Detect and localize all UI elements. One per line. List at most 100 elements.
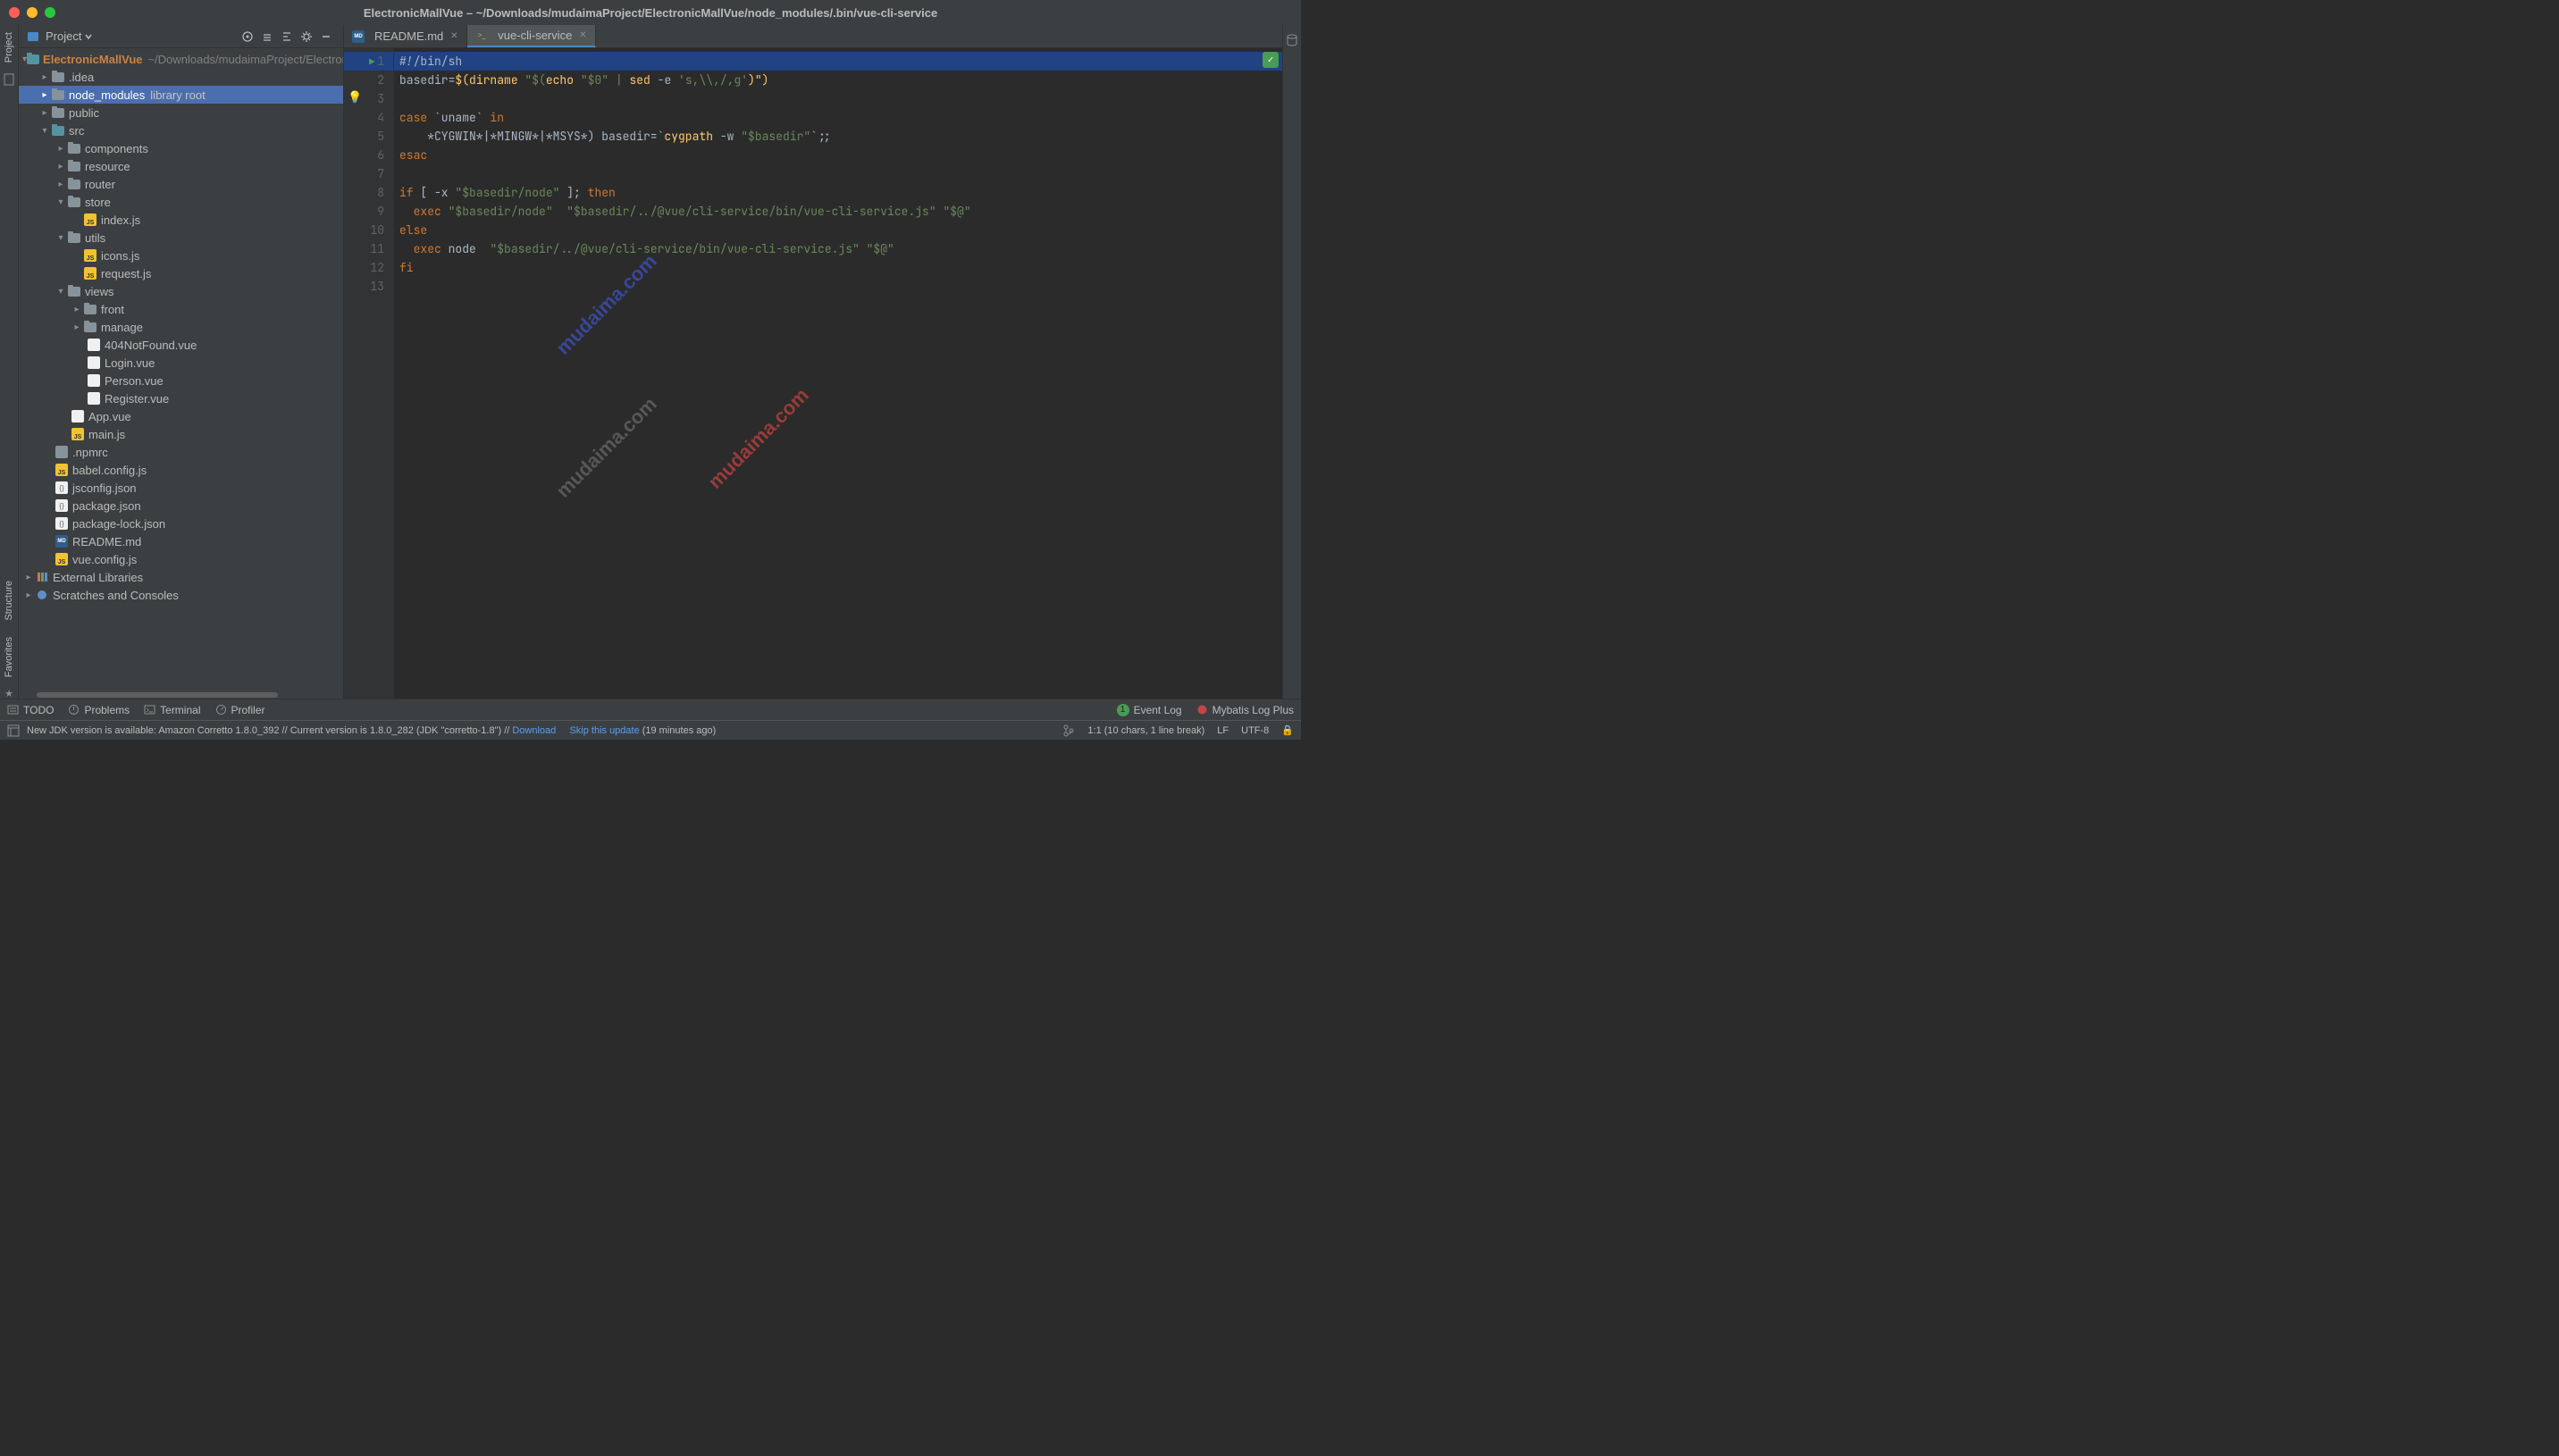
tree-folder-views[interactable]: ▾ views — [19, 282, 343, 300]
line-number[interactable]: 5 — [344, 127, 384, 146]
minimize-button[interactable] — [27, 7, 38, 18]
settings-gear-icon[interactable] — [297, 27, 316, 46]
tree-folder-front[interactable]: ▸ front — [19, 300, 343, 318]
tree-folder-node-modules[interactable]: ▸ node_modules library root — [19, 86, 343, 104]
chevron-right-icon[interactable]: ▸ — [38, 108, 51, 118]
tool-todo[interactable]: TODO — [7, 704, 54, 716]
skip-update-link[interactable]: Skip this update — [569, 725, 639, 736]
line-number[interactable]: 3 — [344, 89, 384, 108]
tree-file-request-js[interactable]: JS request.js — [19, 264, 343, 282]
line-number[interactable]: 7 — [344, 164, 384, 183]
download-link[interactable]: Download — [512, 725, 556, 736]
chevron-down-icon[interactable]: ▾ — [38, 126, 51, 136]
tool-problems[interactable]: Problems — [68, 704, 130, 716]
tree-file-person[interactable]: Person.vue — [19, 372, 343, 389]
tree-file-package[interactable]: {} package.json — [19, 497, 343, 515]
chevron-down-icon[interactable]: ▾ — [55, 233, 67, 243]
line-separator[interactable]: LF — [1217, 725, 1229, 736]
tab-vue-cli-service[interactable]: >_ vue-cli-service ✕ — [467, 25, 596, 47]
expand-all-button[interactable] — [257, 27, 277, 46]
tool-mybatis-log[interactable]: Mybatis Log Plus — [1196, 704, 1294, 716]
line-number[interactable]: 8 — [344, 183, 384, 202]
gutter[interactable]: ▶ 💡 1 2 3 4 5 6 7 8 9 10 11 12 13 — [344, 48, 394, 699]
chevron-right-icon[interactable]: ▸ — [55, 144, 67, 154]
git-branch-icon[interactable] — [1062, 724, 1075, 737]
horizontal-scrollbar[interactable] — [19, 691, 343, 699]
tree-file-jsconfig[interactable]: {} jsconfig.json — [19, 479, 343, 497]
readonly-lock-icon[interactable]: 🔒 — [1281, 724, 1294, 736]
editor-body[interactable]: ▶ 💡 1 2 3 4 5 6 7 8 9 10 11 12 13 — [344, 48, 1282, 699]
tree-folder-store[interactable]: ▾ store — [19, 193, 343, 211]
tree-root[interactable]: ▾ ElectronicMallVue ~/Downloads/mudaimaP… — [19, 50, 343, 68]
chevron-right-icon[interactable]: ▸ — [22, 590, 35, 600]
code-editor[interactable]: #!/bin/sh basedir=$(dirname "$(echo "$0"… — [394, 48, 1282, 699]
tree-folder-manage[interactable]: ▸ manage — [19, 318, 343, 336]
tree-folder-public[interactable]: ▸ public — [19, 104, 343, 121]
tree-folder-idea[interactable]: ▸ .idea — [19, 68, 343, 86]
tree-folder-src[interactable]: ▾ src — [19, 121, 343, 139]
tree-file-package-lock[interactable]: {} package-lock.json — [19, 515, 343, 532]
tree-file-vue-config[interactable]: JS vue.config.js — [19, 550, 343, 568]
folder-icon — [51, 105, 65, 120]
file-encoding[interactable]: UTF-8 — [1241, 725, 1269, 736]
chevron-right-icon[interactable]: ▸ — [55, 162, 67, 172]
tree-folder-resource[interactable]: ▸ resource — [19, 157, 343, 175]
project-view-title[interactable]: Project — [46, 29, 81, 43]
tab-readme[interactable]: MD README.md ✕ — [344, 25, 467, 47]
chevron-down-icon[interactable] — [85, 33, 92, 40]
tree-file-icons-js[interactable]: JS icons.js — [19, 247, 343, 264]
inspection-ok-icon[interactable]: ✓ — [1263, 52, 1279, 68]
tool-tab-structure[interactable]: Structure — [4, 581, 14, 621]
line-number[interactable]: 11 — [344, 239, 384, 258]
tree-file-main-js[interactable]: JS main.js — [19, 425, 343, 443]
tool-windows-icon[interactable] — [7, 724, 20, 737]
chevron-right-icon[interactable]: ▸ — [71, 305, 83, 314]
maximize-button[interactable] — [45, 7, 55, 18]
chevron-down-icon[interactable]: ▾ — [55, 287, 67, 297]
chevron-right-icon[interactable]: ▸ — [38, 90, 51, 100]
line-number[interactable]: 9 — [344, 202, 384, 221]
tree-file-readme[interactable]: MD README.md — [19, 532, 343, 550]
status-text: (19 minutes ago) — [642, 725, 717, 736]
line-number[interactable]: 13 — [344, 277, 384, 296]
project-tree[interactable]: ▾ ElectronicMallVue ~/Downloads/mudaimaP… — [19, 48, 343, 691]
tool-event-log[interactable]: 1 Event Log — [1117, 704, 1182, 716]
tool-tab-project[interactable]: Project — [4, 32, 14, 63]
line-number[interactable]: 2 — [344, 71, 384, 89]
chevron-right-icon[interactable]: ▸ — [38, 72, 51, 82]
chevron-right-icon[interactable]: ▸ — [22, 573, 35, 582]
bookmarks-icon[interactable] — [3, 73, 15, 86]
locate-file-button[interactable] — [238, 27, 257, 46]
hide-panel-button[interactable] — [316, 27, 336, 46]
tree-folder-router[interactable]: ▸ router — [19, 175, 343, 193]
chevron-right-icon[interactable]: ▸ — [71, 322, 83, 332]
js-file-icon: JS — [83, 266, 97, 280]
tree-file-login[interactable]: Login.vue — [19, 354, 343, 372]
tree-file-index-js[interactable]: JS index.js — [19, 211, 343, 229]
tool-terminal[interactable]: Terminal — [144, 704, 200, 716]
tree-file-register[interactable]: Register.vue — [19, 389, 343, 407]
tree-file-npmrc[interactable]: .npmrc — [19, 443, 343, 461]
cursor-position[interactable]: 1:1 (10 chars, 1 line break) — [1087, 725, 1204, 736]
tree-file-404[interactable]: 404NotFound.vue — [19, 336, 343, 354]
line-number[interactable]: 4 — [344, 108, 384, 127]
tree-folder-utils[interactable]: ▾ utils — [19, 229, 343, 247]
close-tab-icon[interactable]: ✕ — [449, 31, 459, 42]
tool-tab-favorites[interactable]: Favorites — [4, 637, 14, 677]
line-number[interactable]: 6 — [344, 146, 384, 164]
chevron-down-icon[interactable]: ▾ — [55, 197, 67, 207]
close-tab-icon[interactable]: ✕ — [577, 30, 588, 41]
line-number[interactable]: 10 — [344, 221, 384, 239]
close-button[interactable] — [9, 7, 20, 18]
database-icon[interactable] — [1286, 34, 1298, 46]
tree-scratches[interactable]: ▸ Scratches and Consoles — [19, 586, 343, 604]
tree-file-babel[interactable]: JS babel.config.js — [19, 461, 343, 479]
line-number[interactable]: 1 — [344, 52, 384, 71]
tree-folder-components[interactable]: ▸ components — [19, 139, 343, 157]
collapse-all-button[interactable] — [277, 27, 297, 46]
tool-profiler[interactable]: Profiler — [215, 704, 265, 716]
tree-file-app-vue[interactable]: App.vue — [19, 407, 343, 425]
tree-external-libraries[interactable]: ▸ External Libraries — [19, 568, 343, 586]
chevron-right-icon[interactable]: ▸ — [55, 180, 67, 189]
line-number[interactable]: 12 — [344, 258, 384, 277]
